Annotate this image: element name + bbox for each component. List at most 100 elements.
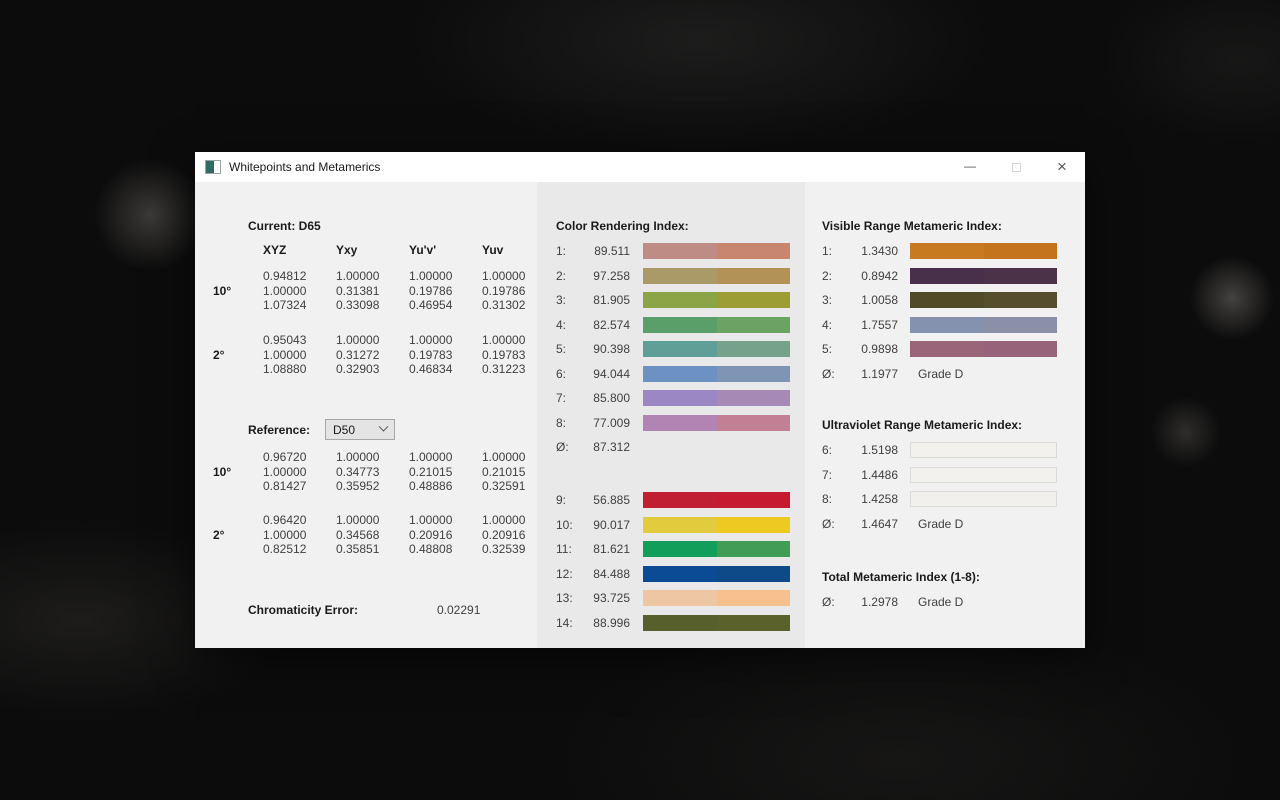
cri-row: 6: 94.044: [537, 362, 805, 387]
cri-row: 12: 84.488: [537, 562, 805, 587]
mi-average-value: 1.2978: [846, 595, 898, 609]
cri-row-label: 13:: [556, 591, 580, 605]
mi-row-label: 7:: [822, 468, 846, 482]
swatch-reference-half: [643, 317, 717, 333]
cri-row-value: 97.258: [580, 269, 630, 283]
mi-average-label: Ø:: [822, 595, 846, 609]
color-swatch: [643, 317, 790, 333]
swatch-reference-half: [643, 292, 717, 308]
color-swatch: [643, 341, 790, 357]
visible-mi-row: 1: 1.3430: [805, 239, 1085, 264]
swatch-reference-half: [643, 341, 717, 357]
mi-average-label: Ø:: [822, 367, 846, 381]
cri-row: 11: 81.621: [537, 537, 805, 562]
color-swatch: [643, 292, 790, 308]
uv-color-swatch: [910, 467, 1057, 483]
total-mi-title: Total Metameric Index (1-8):: [805, 536, 1085, 586]
swatch-current-half: [717, 541, 791, 557]
color-swatch: [643, 268, 790, 284]
minimize-button[interactable]: —: [947, 152, 993, 182]
color-swatch: [910, 341, 1057, 357]
cri-row: 3: 81.905: [537, 288, 805, 313]
swatch-reference-half: [643, 492, 717, 508]
swatch-reference-half: [643, 517, 717, 533]
visible-mi-rows: 1: 1.3430 2: 0.8942 3: 1.0058 4: 1.7557: [805, 239, 1085, 386]
visible-mi-title: Visible Range Metameric Index:: [805, 182, 1085, 235]
mi-grade-label: Grade D: [918, 595, 963, 609]
cri-row-value: 85.800: [580, 391, 630, 405]
column-header-row: XYZ Yxy Yu'v' Yuv: [195, 243, 537, 259]
column-header-xyz: XYZ: [263, 243, 286, 257]
cri-row: 13: 93.725: [537, 586, 805, 611]
titlebar[interactable]: Whitepoints and Metamerics — ×: [195, 152, 1085, 182]
cri-row-label: 4:: [556, 318, 580, 332]
cri-row-value: 94.044: [580, 367, 630, 381]
visible-mi-row: 2: 0.8942: [805, 264, 1085, 289]
mi-grade-label: Grade D: [918, 517, 963, 531]
maximize-icon: [1012, 163, 1021, 172]
window-title: Whitepoints and Metamerics: [229, 160, 380, 174]
mi-row-value: 1.5198: [846, 443, 898, 457]
mi-row-value: 1.7557: [846, 318, 898, 332]
reference-10deg-yxy: 1.00000 0.34773 0.35952: [336, 450, 379, 494]
mi-row-label: 2:: [822, 269, 846, 283]
color-swatch: [910, 243, 1057, 259]
cri-row-label: 3:: [556, 293, 580, 307]
current-10deg-yxy: 1.00000 0.31381 0.33098: [336, 269, 379, 313]
window-controls: — ×: [947, 152, 1085, 182]
mi-average-value: 1.4647: [846, 517, 898, 531]
swatch-reference-half: [643, 366, 717, 382]
current-2deg-yuv: 1.00000 0.19783 0.31223: [482, 333, 525, 377]
cri-row: 2: 97.258: [537, 264, 805, 289]
app-icon: [205, 160, 221, 174]
uv-color-swatch: [910, 442, 1057, 458]
mi-row-value: 1.3430: [846, 244, 898, 258]
current-10deg-xyz: 0.94812 1.00000 1.07324: [263, 269, 306, 313]
cri-row-value: 81.621: [580, 542, 630, 556]
swatch-reference-half: [643, 268, 717, 284]
current-2deg-xyz: 0.95043 1.00000 1.08880: [263, 333, 306, 377]
cri-row-label: 9:: [556, 493, 580, 507]
mi-average-label: Ø:: [822, 517, 846, 531]
swatch-reference-half: [910, 317, 984, 333]
current-10deg-yuv: 1.00000 0.19786 0.31302: [482, 269, 525, 313]
reference-2deg-yuv: 1.00000 0.20916 0.32539: [482, 513, 525, 557]
window-content: Current: D65 XYZ Yxy Yu'v' Yuv 10° 0.948…: [195, 182, 1085, 648]
reference-label: Reference:: [248, 423, 310, 437]
cri-row-value: 77.009: [580, 416, 630, 430]
cri-row-value: 56.885: [580, 493, 630, 507]
close-button[interactable]: ×: [1039, 152, 1085, 182]
uv-color-swatch: [910, 491, 1057, 507]
maximize-button[interactable]: [993, 152, 1039, 182]
swatch-current-half: [717, 566, 791, 582]
mi-row-label: 8:: [822, 492, 846, 506]
swatch-reference-half: [910, 292, 984, 308]
swatch-current-half: [717, 590, 791, 606]
cri-row-label: 12:: [556, 567, 580, 581]
angle-2-label: 2°: [213, 513, 224, 557]
reference-dropdown[interactable]: D50: [325, 419, 395, 440]
visible-mi-row: 3: 1.0058: [805, 288, 1085, 313]
swatch-current-half: [717, 243, 791, 259]
cri-row-value: 90.398: [580, 342, 630, 356]
cri-average-row: Ø: 87.312: [537, 435, 805, 460]
cri-row-value: 88.996: [580, 616, 630, 630]
color-swatch: [643, 415, 790, 431]
visible-mi-row: 5: 0.9898: [805, 337, 1085, 362]
cri-row: 1: 89.511: [537, 239, 805, 264]
cri-row: 5: 90.398: [537, 337, 805, 362]
swatch-reference-half: [643, 390, 717, 406]
swatch-current-half: [984, 292, 1058, 308]
swatch-reference-half: [643, 590, 717, 606]
color-swatch: [643, 366, 790, 382]
current-2deg-row: 2° 0.95043 1.00000 1.08880 1.00000 0.312…: [195, 333, 537, 377]
mi-row-value: 1.4258: [846, 492, 898, 506]
cri-row-value: 81.905: [580, 293, 630, 307]
cri-row: 4: 82.574: [537, 313, 805, 338]
cri-row-value: 84.488: [580, 567, 630, 581]
reference-10deg-row: 10° 0.96720 1.00000 0.81427 1.00000 0.34…: [195, 450, 537, 494]
color-swatch: [643, 390, 790, 406]
reference-2deg-row: 2° 0.96420 1.00000 0.82512 1.00000 0.345…: [195, 513, 537, 557]
swatch-reference-half: [910, 268, 984, 284]
cri-rows-1-8: 1: 89.511 2: 97.258 3: 81.905 4: 82.574: [537, 239, 805, 460]
